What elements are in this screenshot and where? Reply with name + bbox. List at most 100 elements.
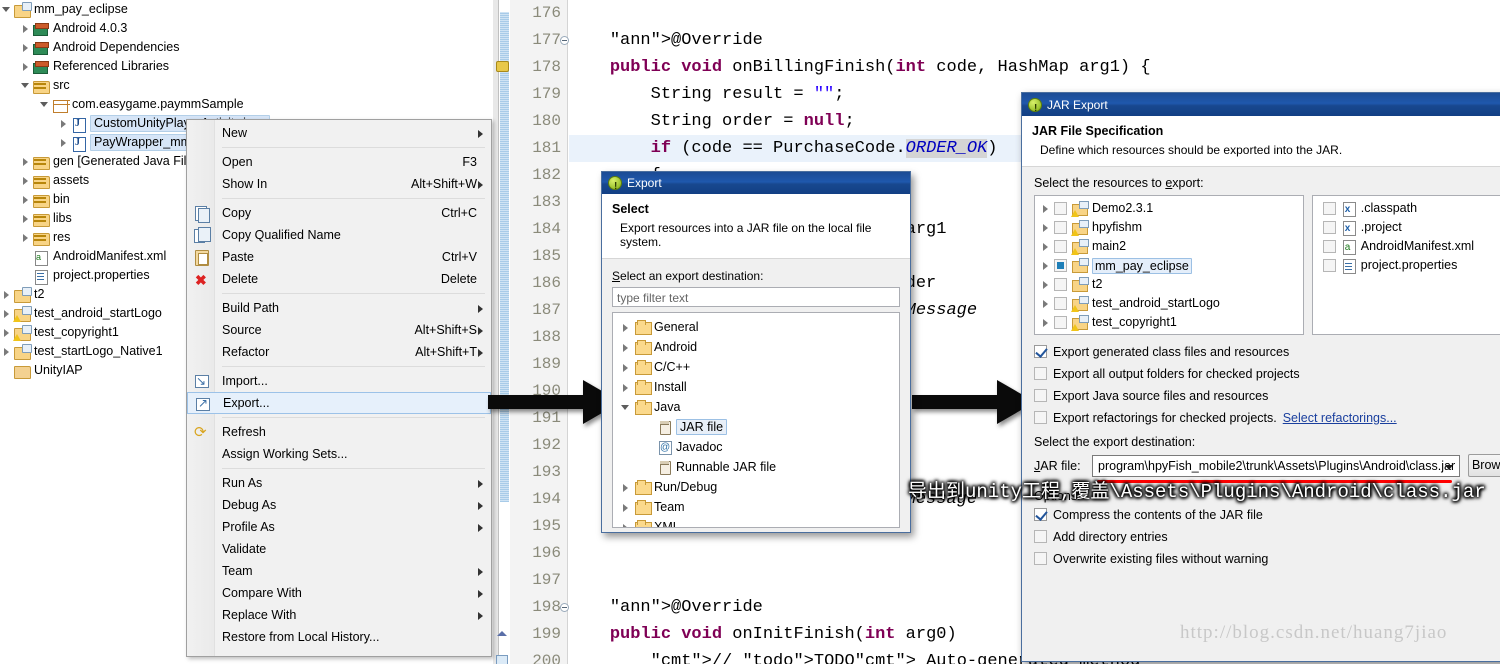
export-tree-item-java[interactable]: Java bbox=[613, 397, 899, 417]
files-list[interactable]: .classpath .project AndroidManifest.xml pro… bbox=[1311, 195, 1500, 335]
twisty-collapsed-icon[interactable] bbox=[21, 19, 32, 38]
projects-tree[interactable]: Demo2.3.1 hpyfishm main2 mm_pay_eclipse t2 te… bbox=[1034, 195, 1304, 335]
project-checkbox[interactable] bbox=[1054, 240, 1067, 253]
export-filter-input[interactable]: type filter text bbox=[612, 287, 900, 307]
twisty-collapsed-icon[interactable] bbox=[21, 57, 32, 76]
file-checkbox[interactable] bbox=[1322, 221, 1336, 234]
export-tree-item-c-c[interactable]: C/C++ bbox=[613, 357, 899, 377]
option-export-all-output-folders-for-checked-pr[interactable]: Export all output folders for checked pr… bbox=[1034, 363, 1500, 384]
twisty-collapsed-icon[interactable] bbox=[621, 358, 634, 377]
twisty-collapsed-icon[interactable] bbox=[59, 133, 70, 152]
export-tree-item-run-debug[interactable]: Run/Debug bbox=[613, 477, 899, 497]
project-checkbox[interactable] bbox=[1054, 316, 1067, 329]
option-overwrite-existing-files-without-warning[interactable]: Overwrite existing files without warning bbox=[1034, 548, 1500, 569]
twisty-collapsed-icon[interactable] bbox=[1041, 237, 1054, 256]
export-destination-tree[interactable]: General Android C/C++ Install Java JAR file Ja… bbox=[612, 312, 900, 528]
menu-item-assign-working-sets[interactable]: Assign Working Sets... bbox=[187, 443, 491, 465]
export-dialog-titlebar[interactable]: Export bbox=[602, 172, 910, 198]
twisty-collapsed-icon[interactable] bbox=[21, 171, 32, 190]
twisty-collapsed-icon[interactable] bbox=[2, 342, 13, 361]
twisty-collapsed-icon[interactable] bbox=[621, 378, 634, 397]
menu-item-debug-as[interactable]: Debug As bbox=[187, 494, 491, 516]
menu-item-build-path[interactable]: Build Path bbox=[187, 297, 491, 319]
twisty-collapsed-icon[interactable] bbox=[21, 190, 32, 209]
file-row-androidmanifest-xml[interactable]: AndroidManifest.xml bbox=[1313, 237, 1500, 257]
twisty-collapsed-icon[interactable] bbox=[21, 228, 32, 247]
twisty-collapsed-icon[interactable] bbox=[1041, 256, 1054, 275]
option-checkbox[interactable] bbox=[1034, 508, 1047, 521]
fold-collapse-icon[interactable] bbox=[560, 603, 569, 612]
twisty-expanded-icon[interactable] bbox=[621, 398, 634, 417]
menu-item-export[interactable]: Export... bbox=[187, 392, 491, 414]
project-checkbox[interactable] bbox=[1054, 259, 1067, 272]
option-checkbox[interactable] bbox=[1034, 552, 1047, 565]
twisty-expanded-icon[interactable] bbox=[21, 76, 32, 95]
file-row-project-properties[interactable]: project.properties bbox=[1313, 256, 1500, 275]
twisty-collapsed-icon[interactable] bbox=[621, 478, 634, 497]
twisty-collapsed-icon[interactable] bbox=[621, 338, 634, 357]
file-row-project[interactable]: .project bbox=[1313, 218, 1500, 238]
export-tree-item-android[interactable]: Android bbox=[613, 337, 899, 357]
twisty-expanded-icon[interactable] bbox=[40, 95, 51, 114]
menu-item-new[interactable]: New bbox=[187, 122, 491, 144]
menu-item-profile-as[interactable]: Profile As bbox=[187, 516, 491, 538]
option-checkbox[interactable] bbox=[1034, 530, 1047, 543]
menu-item-source[interactable]: Source Alt+Shift+S bbox=[187, 319, 491, 341]
project-row-test-copyright1[interactable]: test_copyright1 bbox=[1035, 313, 1303, 332]
menu-item-show-in[interactable]: Show In Alt+Shift+W bbox=[187, 173, 491, 195]
option-checkbox[interactable] bbox=[1034, 389, 1047, 402]
project-checkbox[interactable] bbox=[1054, 202, 1067, 215]
twisty-collapsed-icon[interactable] bbox=[1041, 199, 1054, 218]
browse-button[interactable]: Browse... bbox=[1468, 454, 1500, 477]
project-row-test-startlogo-native1[interactable]: test_startLogo_Native1 bbox=[1035, 332, 1303, 334]
export-tree-item-install[interactable]: Install bbox=[613, 377, 899, 397]
menu-item-copy[interactable]: Copy Ctrl+C bbox=[187, 202, 491, 224]
tree-item-com-easygame-paymmsample[interactable]: com.easygame.paymmSample bbox=[0, 95, 493, 114]
menu-item-restore-from-local-history[interactable]: Restore from Local History... bbox=[187, 626, 491, 648]
option-checkbox[interactable] bbox=[1034, 411, 1047, 424]
menu-item-delete[interactable]: Delete Delete bbox=[187, 268, 491, 291]
project-row-main2[interactable]: main2 bbox=[1035, 237, 1303, 256]
twisty-collapsed-icon[interactable] bbox=[621, 518, 634, 527]
twisty-collapsed-icon[interactable] bbox=[1041, 218, 1054, 237]
menu-item-replace-with[interactable]: Replace With bbox=[187, 604, 491, 626]
menu-item-refactor[interactable]: Refactor Alt+Shift+T bbox=[187, 341, 491, 363]
twisty-collapsed-icon[interactable] bbox=[1041, 332, 1054, 334]
project-checkbox[interactable] bbox=[1054, 278, 1067, 291]
twisty-collapsed-icon[interactable] bbox=[1041, 294, 1054, 313]
project-row-test-android-startlogo[interactable]: test_android_startLogo bbox=[1035, 294, 1303, 313]
twisty-collapsed-icon[interactable] bbox=[21, 209, 32, 228]
menu-item-paste[interactable]: Paste Ctrl+V bbox=[187, 246, 491, 268]
export-tree-item-jar-file[interactable]: JAR file bbox=[613, 417, 899, 437]
option-export-generated-class-files-and-resourc[interactable]: Export generated class files and resourc… bbox=[1034, 341, 1500, 362]
menu-item-copy-qualified-name[interactable]: Copy Qualified Name bbox=[187, 224, 491, 246]
file-checkbox[interactable] bbox=[1322, 259, 1336, 272]
file-checkbox[interactable] bbox=[1322, 202, 1336, 215]
option-export-java-source-files-and-resources[interactable]: Export Java source files and resources bbox=[1034, 385, 1500, 406]
project-checkbox[interactable] bbox=[1054, 297, 1067, 310]
file-checkbox[interactable] bbox=[1322, 240, 1336, 253]
twisty-collapsed-icon[interactable] bbox=[621, 498, 634, 517]
menu-item-validate[interactable]: Validate bbox=[187, 538, 491, 560]
twisty-collapsed-icon[interactable] bbox=[1041, 313, 1054, 332]
fold-collapse-icon[interactable] bbox=[560, 36, 569, 45]
project-row-mm-pay-eclipse[interactable]: mm_pay_eclipse bbox=[1035, 256, 1303, 275]
menu-item-compare-with[interactable]: Compare With bbox=[187, 582, 491, 604]
jar-export-dialog[interactable]: JAR Export JAR File Specification Define… bbox=[1021, 92, 1500, 662]
twisty-collapsed-icon[interactable] bbox=[2, 304, 13, 323]
option-checkbox[interactable] bbox=[1034, 345, 1047, 358]
twisty-collapsed-icon[interactable] bbox=[21, 152, 32, 171]
twisty-collapsed-icon[interactable] bbox=[1041, 275, 1054, 294]
project-row-t2[interactable]: t2 bbox=[1035, 275, 1303, 294]
select-refactorings-link[interactable]: Select refactorings... bbox=[1283, 411, 1397, 425]
twisty-collapsed-icon[interactable] bbox=[21, 38, 32, 57]
export-tree-item-team[interactable]: Team bbox=[613, 497, 899, 517]
menu-item-import[interactable]: Import... bbox=[187, 370, 491, 392]
twisty-collapsed-icon[interactable] bbox=[2, 323, 13, 342]
twisty-collapsed-icon[interactable] bbox=[2, 285, 13, 304]
export-dialog[interactable]: Export Select Export resources into a JA… bbox=[601, 171, 911, 533]
option-checkbox[interactable] bbox=[1034, 367, 1047, 380]
twisty-expanded-icon[interactable] bbox=[2, 0, 13, 19]
menu-item-open[interactable]: Open F3 bbox=[187, 151, 491, 173]
twisty-collapsed-icon[interactable] bbox=[621, 318, 634, 337]
